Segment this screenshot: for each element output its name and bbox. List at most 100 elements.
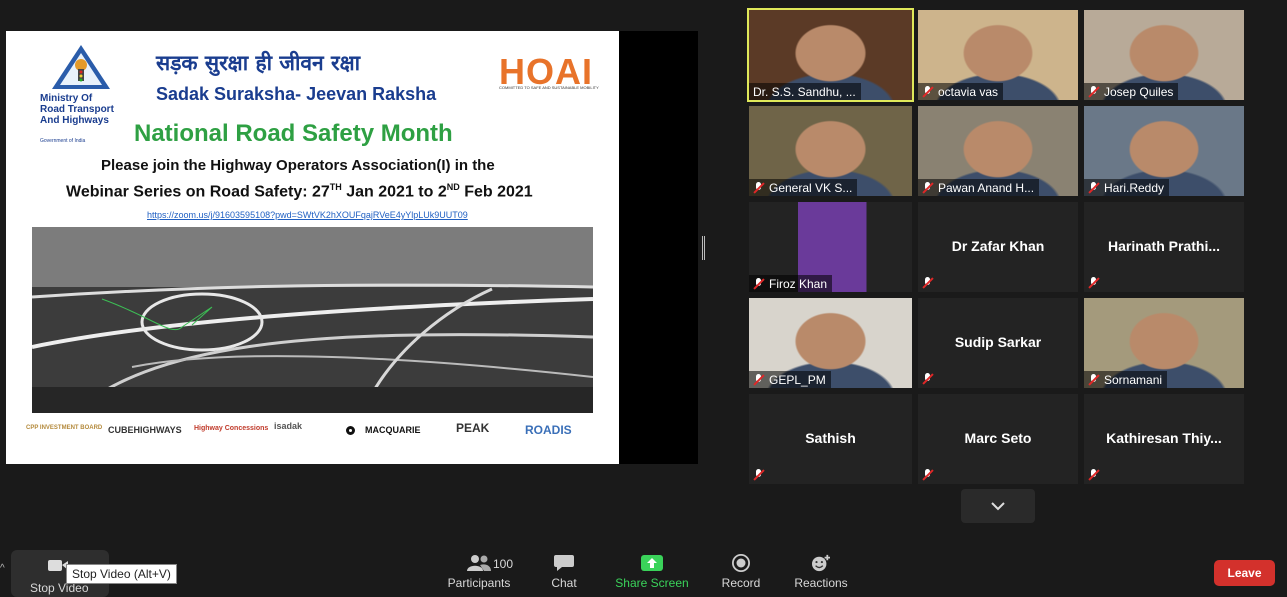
muted-mic-icon bbox=[922, 469, 933, 481]
muted-mic-icon bbox=[753, 181, 764, 194]
sponsor-isadak: isadak bbox=[274, 421, 303, 431]
record-icon bbox=[732, 554, 750, 572]
sponsor-cubehighways: CUBEHIGHWAYS bbox=[108, 425, 182, 435]
participant-name-bar: Josep Quiles bbox=[1084, 83, 1179, 100]
muted-mic-icon bbox=[1088, 181, 1099, 194]
participant-tile[interactable]: Sornamani bbox=[1084, 298, 1244, 388]
participant-name-bar: Dr. S.S. Sandhu, ... bbox=[749, 83, 861, 100]
participant-name: Kathiresan Thiy... bbox=[1106, 430, 1222, 446]
zoom-meeting-link[interactable]: https://zoom.us/j/91603595108?pwd=SWtVK2… bbox=[147, 210, 468, 220]
invite-line-1: Please join the Highway Operators Associ… bbox=[101, 157, 495, 174]
participant-tile[interactable]: Pawan Anand H... bbox=[918, 106, 1078, 196]
invite-line-2: Webinar Series on Road Safety: 27TH Jan … bbox=[66, 182, 533, 201]
hoai-tagline: COMMITTED TO SAFE AND SUSTAINABLE MOBILI… bbox=[499, 85, 599, 90]
stop-video-tooltip: Stop Video (Alt+V) bbox=[66, 564, 177, 584]
leave-button[interactable]: Leave bbox=[1214, 560, 1275, 586]
chat-button[interactable]: Chat bbox=[524, 554, 604, 590]
muted-mic-icon bbox=[922, 181, 933, 194]
participants-icon bbox=[467, 555, 491, 571]
participant-name: General VK S... bbox=[769, 180, 853, 195]
sponsor-logos: CPP INVESTMENT BOARD CUBEHIGHWAYS Highwa… bbox=[26, 421, 606, 443]
participant-name-bar: Sornamani bbox=[1084, 371, 1168, 388]
macquarie-icon bbox=[346, 426, 355, 435]
meeting-toolbar: Stop Video 100 Participants Chat Share S… bbox=[0, 547, 1287, 597]
muted-mic-icon bbox=[1088, 85, 1099, 98]
ministry-line-1: Ministry Of bbox=[40, 93, 93, 104]
participant-tile[interactable]: Hari.Reddy bbox=[1084, 106, 1244, 196]
gallery-next-page-button[interactable] bbox=[961, 489, 1035, 523]
participant-name: octavia vas bbox=[938, 84, 999, 99]
participant-name: Harinath Prathi... bbox=[1107, 238, 1221, 254]
participant-tile[interactable]: GEPL_PM bbox=[749, 298, 912, 388]
slogan-transliteration: Sadak Suraksha- Jeevan Raksha bbox=[156, 84, 437, 104]
sponsor-cpp: CPP INVESTMENT BOARD bbox=[26, 425, 103, 431]
participant-name-bar: octavia vas bbox=[918, 83, 1004, 100]
ministry-subtitle: Government of India bbox=[40, 138, 86, 144]
participant-name: GEPL_PM bbox=[769, 372, 826, 387]
highway-interchange-photo bbox=[32, 227, 593, 413]
sponsor-roadis: ROADIS bbox=[525, 423, 572, 437]
date-suffix-2: ND bbox=[446, 182, 460, 192]
participant-name: Marc Seto bbox=[964, 430, 1032, 446]
participant-count: 100 bbox=[493, 557, 514, 571]
participant-name: Firoz Khan bbox=[769, 276, 828, 291]
muted-mic-icon bbox=[753, 469, 764, 481]
participant-name: Dr. S.S. Sandhu, ... bbox=[753, 84, 856, 99]
participant-tile[interactable]: Josep Quiles bbox=[1084, 10, 1244, 100]
muted-mic-icon bbox=[753, 277, 764, 290]
record-button[interactable]: Record bbox=[701, 554, 781, 590]
date-suffix-1: TH bbox=[329, 182, 342, 192]
date-text-1: Webinar Series on Road Safety: 27 bbox=[66, 183, 330, 201]
participant-name-bar: Hari.Reddy bbox=[1084, 179, 1170, 196]
share-screen-arrow-icon bbox=[641, 555, 663, 571]
participant-name: Sathish bbox=[805, 430, 856, 446]
share-screen-label: Share Screen bbox=[615, 576, 689, 590]
participant-tile[interactable]: Dr Zafar Khan bbox=[918, 202, 1078, 292]
participant-tile[interactable]: Firoz Khan bbox=[749, 202, 912, 292]
muted-mic-icon bbox=[1088, 469, 1099, 481]
participant-name-bar: Firoz Khan bbox=[749, 275, 833, 292]
muted-mic-icon bbox=[922, 85, 933, 98]
muted-mic-icon bbox=[1088, 373, 1099, 386]
participant-tile[interactable]: Sathish bbox=[749, 394, 912, 484]
reactions-button[interactable]: Reactions bbox=[781, 554, 861, 590]
muted-mic-icon bbox=[922, 277, 933, 289]
chat-bubble-icon bbox=[554, 555, 574, 571]
record-label: Record bbox=[721, 576, 761, 590]
participant-tile[interactable]: Harinath Prathi... bbox=[1084, 202, 1244, 292]
date-text-3: Feb 2021 bbox=[459, 183, 533, 201]
participant-name: Pawan Anand H... bbox=[938, 180, 1035, 195]
participant-tile[interactable]: Kathiresan Thiy... bbox=[1084, 394, 1244, 484]
participant-name-bar: General VK S... bbox=[749, 179, 858, 196]
sponsor-peak: PEAK bbox=[456, 421, 490, 435]
chat-label: Chat bbox=[551, 576, 577, 590]
participant-tile[interactable]: Sudip Sarkar bbox=[918, 298, 1078, 388]
participant-name: Josep Quiles bbox=[1104, 84, 1174, 99]
participant-tile[interactable]: octavia vas bbox=[918, 10, 1078, 100]
muted-mic-icon bbox=[922, 373, 933, 385]
participant-name: Dr Zafar Khan bbox=[951, 238, 1045, 254]
participants-label: Participants bbox=[447, 576, 511, 590]
participant-tile[interactable]: Dr. S.S. Sandhu, ... bbox=[747, 8, 914, 102]
sponsor-highway-concessions: Highway Concessions bbox=[194, 425, 269, 432]
smiley-plus-icon bbox=[812, 554, 830, 572]
participants-button[interactable]: 100 Participants bbox=[439, 554, 519, 590]
slide-title: National Road Safety Month bbox=[134, 120, 453, 147]
ministry-line-2: Road Transport bbox=[40, 104, 114, 115]
splitter-handle[interactable] bbox=[702, 236, 705, 260]
date-text-2: Jan 2021 to 2 bbox=[341, 183, 447, 201]
participant-tile[interactable]: General VK S... bbox=[749, 106, 912, 196]
reactions-label: Reactions bbox=[794, 576, 848, 590]
muted-mic-icon bbox=[1088, 277, 1099, 289]
webinar-slide: Ministry Of Road Transport And Highways … bbox=[6, 31, 619, 464]
share-screen-button[interactable]: Share Screen bbox=[612, 554, 692, 590]
muted-mic-icon bbox=[753, 373, 764, 386]
ministry-logo: Ministry Of Road Transport And Highways … bbox=[36, 43, 128, 149]
participant-tile[interactable]: Marc Seto bbox=[918, 394, 1078, 484]
zoom-meeting-window: Ministry Of Road Transport And Highways … bbox=[0, 0, 1287, 597]
participant-name-bar: GEPL_PM bbox=[749, 371, 831, 388]
shared-screen[interactable]: Ministry Of Road Transport And Highways … bbox=[6, 31, 698, 464]
chevron-down-icon bbox=[991, 502, 1005, 511]
participant-name: Hari.Reddy bbox=[1104, 180, 1165, 195]
sponsor-macquarie-label: MACQUARIE bbox=[365, 425, 421, 435]
